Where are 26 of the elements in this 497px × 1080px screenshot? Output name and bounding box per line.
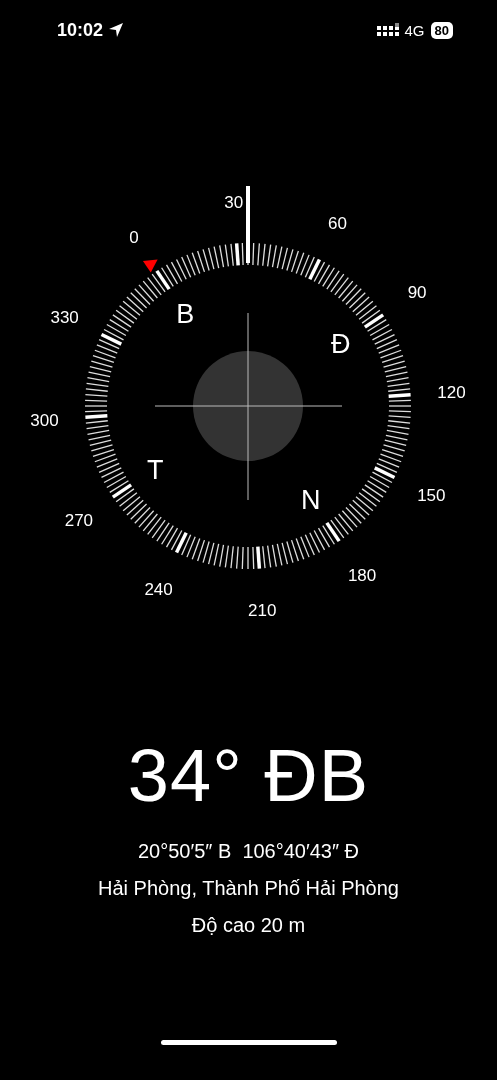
degree-label: 270	[64, 511, 94, 531]
coordinates-text: 20°50′5″ B 106°40′43″ Đ	[137, 840, 360, 863]
degree-label: 0	[129, 227, 139, 247]
north-marker-icon	[142, 259, 158, 273]
battery-badge: 80	[430, 21, 453, 39]
heading-reading: 34° ĐB	[127, 733, 370, 818]
degree-label: 120	[437, 382, 466, 402]
degree-label: 330	[50, 307, 79, 327]
location-text: Hải Phòng, Thành Phố Hải Phòng	[98, 877, 399, 900]
degree-label: 240	[144, 580, 173, 600]
network-label: 4G	[404, 21, 425, 39]
degree-label: 210	[248, 600, 277, 620]
degree-label: 90	[407, 282, 427, 302]
cardinal-label: N	[300, 484, 321, 515]
altitude-text: Độ cao 20 m	[191, 914, 306, 937]
degree-label: 150	[417, 486, 446, 506]
degree-label: 30	[224, 193, 244, 213]
degree-label: 180	[347, 566, 377, 586]
cardinal-label: B	[176, 299, 195, 330]
status-time: 10:02	[57, 19, 104, 41]
location-arrow-icon	[108, 22, 125, 38]
signal-icon	[376, 23, 399, 37]
cardinal-label: Đ	[331, 329, 351, 360]
degree-label: 60	[327, 213, 347, 233]
cardinal-label: T	[146, 454, 164, 485]
degree-label: 300	[30, 411, 59, 431]
